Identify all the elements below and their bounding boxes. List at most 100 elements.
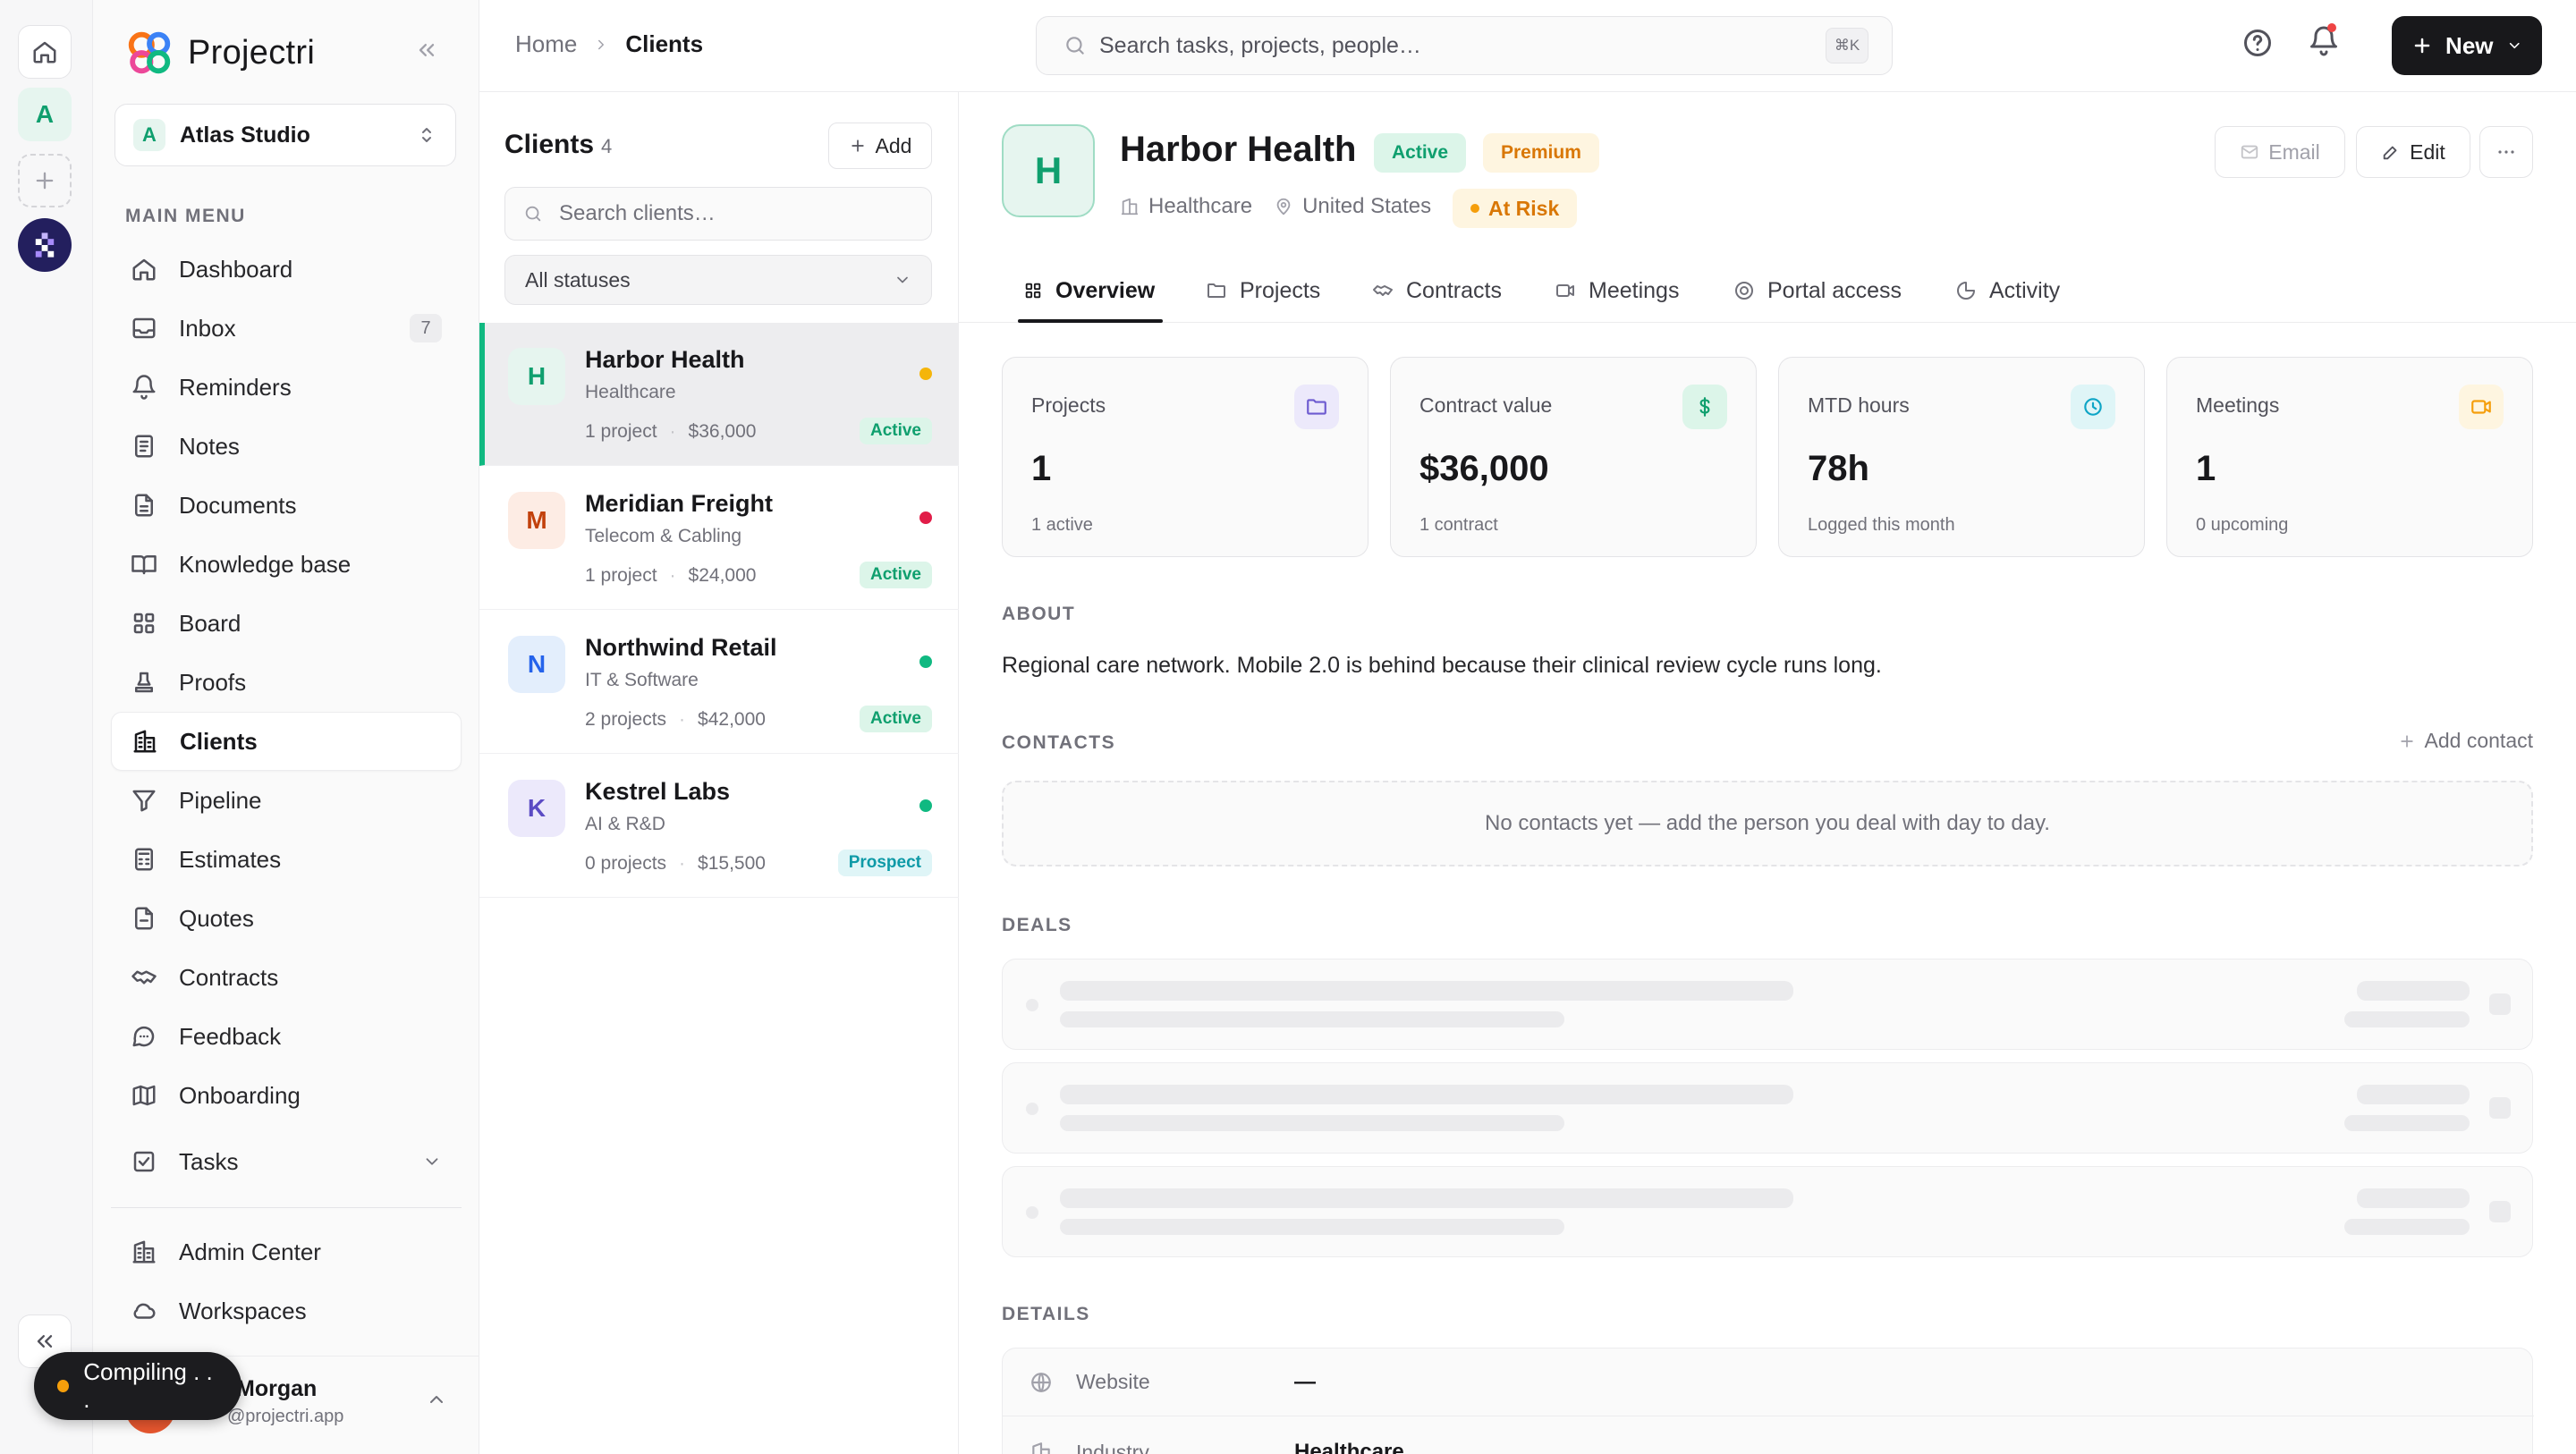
sidebar-item-clients[interactable]: Clients xyxy=(111,712,462,771)
new-button[interactable]: New xyxy=(2392,16,2542,75)
main-menu-label: MAIN MENU xyxy=(125,206,246,226)
sidebar-item-label: Estimates xyxy=(179,845,282,873)
workspace-selector[interactable]: A Atlas Studio xyxy=(114,104,456,166)
sidebar-item-label: Notes xyxy=(179,432,240,460)
plus-icon xyxy=(2400,734,2413,748)
sidebar-collapse-button[interactable] xyxy=(414,38,439,63)
status-filter-select[interactable]: All statuses xyxy=(504,255,932,305)
about-text: Regional care network. Mobile 2.0 is beh… xyxy=(1002,653,1882,678)
sidebar-item-reminders[interactable]: Reminders xyxy=(111,358,462,417)
client-value: $15,500 xyxy=(698,853,766,874)
sidebar-item-knowledge-base[interactable]: Knowledge base xyxy=(111,535,462,594)
email-button[interactable]: Email xyxy=(2215,126,2345,178)
tab-overview[interactable]: Overview xyxy=(1023,258,1155,323)
sidebar-item-documents[interactable]: Documents xyxy=(111,476,462,535)
tab-contracts[interactable]: Contracts xyxy=(1372,258,1502,323)
add-client-button[interactable]: Add xyxy=(828,123,932,169)
client-value: $42,000 xyxy=(698,709,766,730)
client-health-dot xyxy=(919,511,932,524)
sidebar-item-board[interactable]: Board xyxy=(111,594,462,653)
rail-app-icon[interactable] xyxy=(18,218,72,272)
sidebar-item-label: Reminders xyxy=(179,373,292,401)
client-project-count: 1 project xyxy=(585,565,657,586)
client-name: Northwind Retail xyxy=(585,634,777,661)
sidebar-item-pipeline[interactable]: Pipeline xyxy=(111,771,462,830)
stat-value: $36,000 xyxy=(1419,449,1549,488)
stat-card-mtd-hours[interactable]: MTD hours 78h Logged this month xyxy=(1778,357,2145,557)
edit-icon xyxy=(2383,146,2397,160)
global-search-input[interactable]: Search tasks, projects, people… ⌘K xyxy=(1036,16,1893,75)
notifications-button[interactable] xyxy=(2308,23,2340,57)
tier-badge: Premium xyxy=(1483,133,1599,173)
add-contact-label: Add contact xyxy=(2424,729,2533,752)
home-icon xyxy=(33,41,56,63)
sidebar-item-proofs[interactable]: Proofs xyxy=(111,653,462,712)
tab-meetings[interactable]: Meetings xyxy=(1555,258,1679,323)
more-horizontal-icon xyxy=(2498,150,2514,154)
skeleton-dot xyxy=(1026,999,1038,1011)
sidebar-item-contracts[interactable]: Contracts xyxy=(111,948,462,1007)
edit-button[interactable]: Edit xyxy=(2356,126,2470,178)
sidebar-item-label: Feedback xyxy=(179,1022,282,1050)
add-contact-button[interactable]: Add contact xyxy=(2398,729,2533,753)
detail-value: — xyxy=(1294,1369,1316,1394)
client-row-northwind-retail[interactable]: N Northwind Retail IT & Software 2 projects… xyxy=(479,611,959,754)
client-meta: 1 project · $24,000 xyxy=(585,565,756,587)
tab-label: Projects xyxy=(1240,277,1321,303)
brand[interactable]: Projectri xyxy=(123,27,315,79)
add-client-label: Add xyxy=(875,133,912,157)
client-row-harbor-health[interactable]: H Harbor Health Healthcare 1 project · $36,00… xyxy=(479,323,959,466)
tab-portal-access[interactable]: Portal access xyxy=(1733,258,1902,323)
sidebar-item-admin-center[interactable]: Admin Center xyxy=(111,1222,462,1281)
client-avatar: H xyxy=(508,348,565,405)
sidebar-item-workspaces[interactable]: Workspaces xyxy=(111,1281,462,1340)
rail-add-workspace-button[interactable] xyxy=(18,154,72,207)
breadcrumb: Home Clients xyxy=(515,30,703,58)
stat-card-projects[interactable]: Projects 1 1 active xyxy=(1002,357,1368,557)
tab-projects[interactable]: Projects xyxy=(1206,258,1320,323)
sidebar-item-label: Board xyxy=(179,609,242,637)
sidebar-item-onboarding[interactable]: Onboarding xyxy=(111,1066,462,1125)
stat-card-contract-value[interactable]: Contract value $36,000 1 contract xyxy=(1390,357,1757,557)
skeleton-box xyxy=(2489,1201,2511,1222)
client-meta: 2 projects · $42,000 xyxy=(585,709,766,731)
skeleton-dot xyxy=(1026,1206,1038,1219)
client-search-input[interactable]: Search clients… xyxy=(504,187,932,241)
breadcrumb-home[interactable]: Home xyxy=(515,30,577,58)
tab-activity[interactable]: Activity xyxy=(1955,258,2060,323)
detail-row-website: Website — xyxy=(1003,1348,2534,1416)
help-button[interactable] xyxy=(2241,27,2274,59)
sidebar: Projectri A Atlas Studio MAIN MENU Dashb… xyxy=(93,0,479,1454)
stat-card-meetings[interactable]: Meetings 1 0 upcoming xyxy=(2166,357,2533,557)
sidebar-item-inbox[interactable]: Inbox 7 xyxy=(111,299,462,358)
meta-separator: · xyxy=(679,709,686,730)
workspace-name: Atlas Studio xyxy=(180,122,310,148)
client-health-dot xyxy=(919,655,932,668)
stat-icon-wrap xyxy=(2071,385,2115,429)
detail-row-industry: Industry Healthcare xyxy=(1003,1418,2534,1454)
sidebar-item-notes[interactable]: Notes xyxy=(111,417,462,476)
tab-label: Meetings xyxy=(1589,277,1680,303)
skeleton-line xyxy=(1060,1115,1564,1131)
bell-icon xyxy=(132,375,156,400)
sidebar-item-estimates[interactable]: Estimates xyxy=(111,830,462,889)
client-row-kestrel-labs[interactable]: K Kestrel Labs AI & R&D 0 projects · $15,500 P… xyxy=(479,755,959,898)
sidebar-item-quotes[interactable]: Quotes xyxy=(111,889,462,948)
contacts-empty-state: No contacts yet — add the person you dea… xyxy=(1002,781,2533,866)
stat-sub: 1 active xyxy=(1031,515,1093,535)
rail-workspace-avatar[interactable]: A xyxy=(18,88,72,141)
quote-doc-icon xyxy=(135,907,153,930)
stat-label: Projects xyxy=(1031,393,1106,417)
sidebar-item-tasks[interactable]: Tasks xyxy=(111,1132,462,1191)
sidebar-item-feedback[interactable]: Feedback xyxy=(111,1007,462,1066)
rail-home-button[interactable] xyxy=(18,25,72,79)
deal-skeleton xyxy=(1002,1166,2533,1257)
stat-value: 78h xyxy=(1808,449,1869,488)
client-health-dot xyxy=(919,368,932,380)
client-row-meridian-freight[interactable]: M Meridian Freight Telecom & Cabling 1 proj… xyxy=(479,467,959,610)
meta-separator: · xyxy=(669,565,676,586)
building-icon xyxy=(1032,1442,1050,1454)
sidebar-item-dashboard[interactable]: Dashboard xyxy=(111,240,462,299)
checkbox-icon xyxy=(133,1151,155,1172)
more-actions-button[interactable] xyxy=(2479,126,2533,178)
